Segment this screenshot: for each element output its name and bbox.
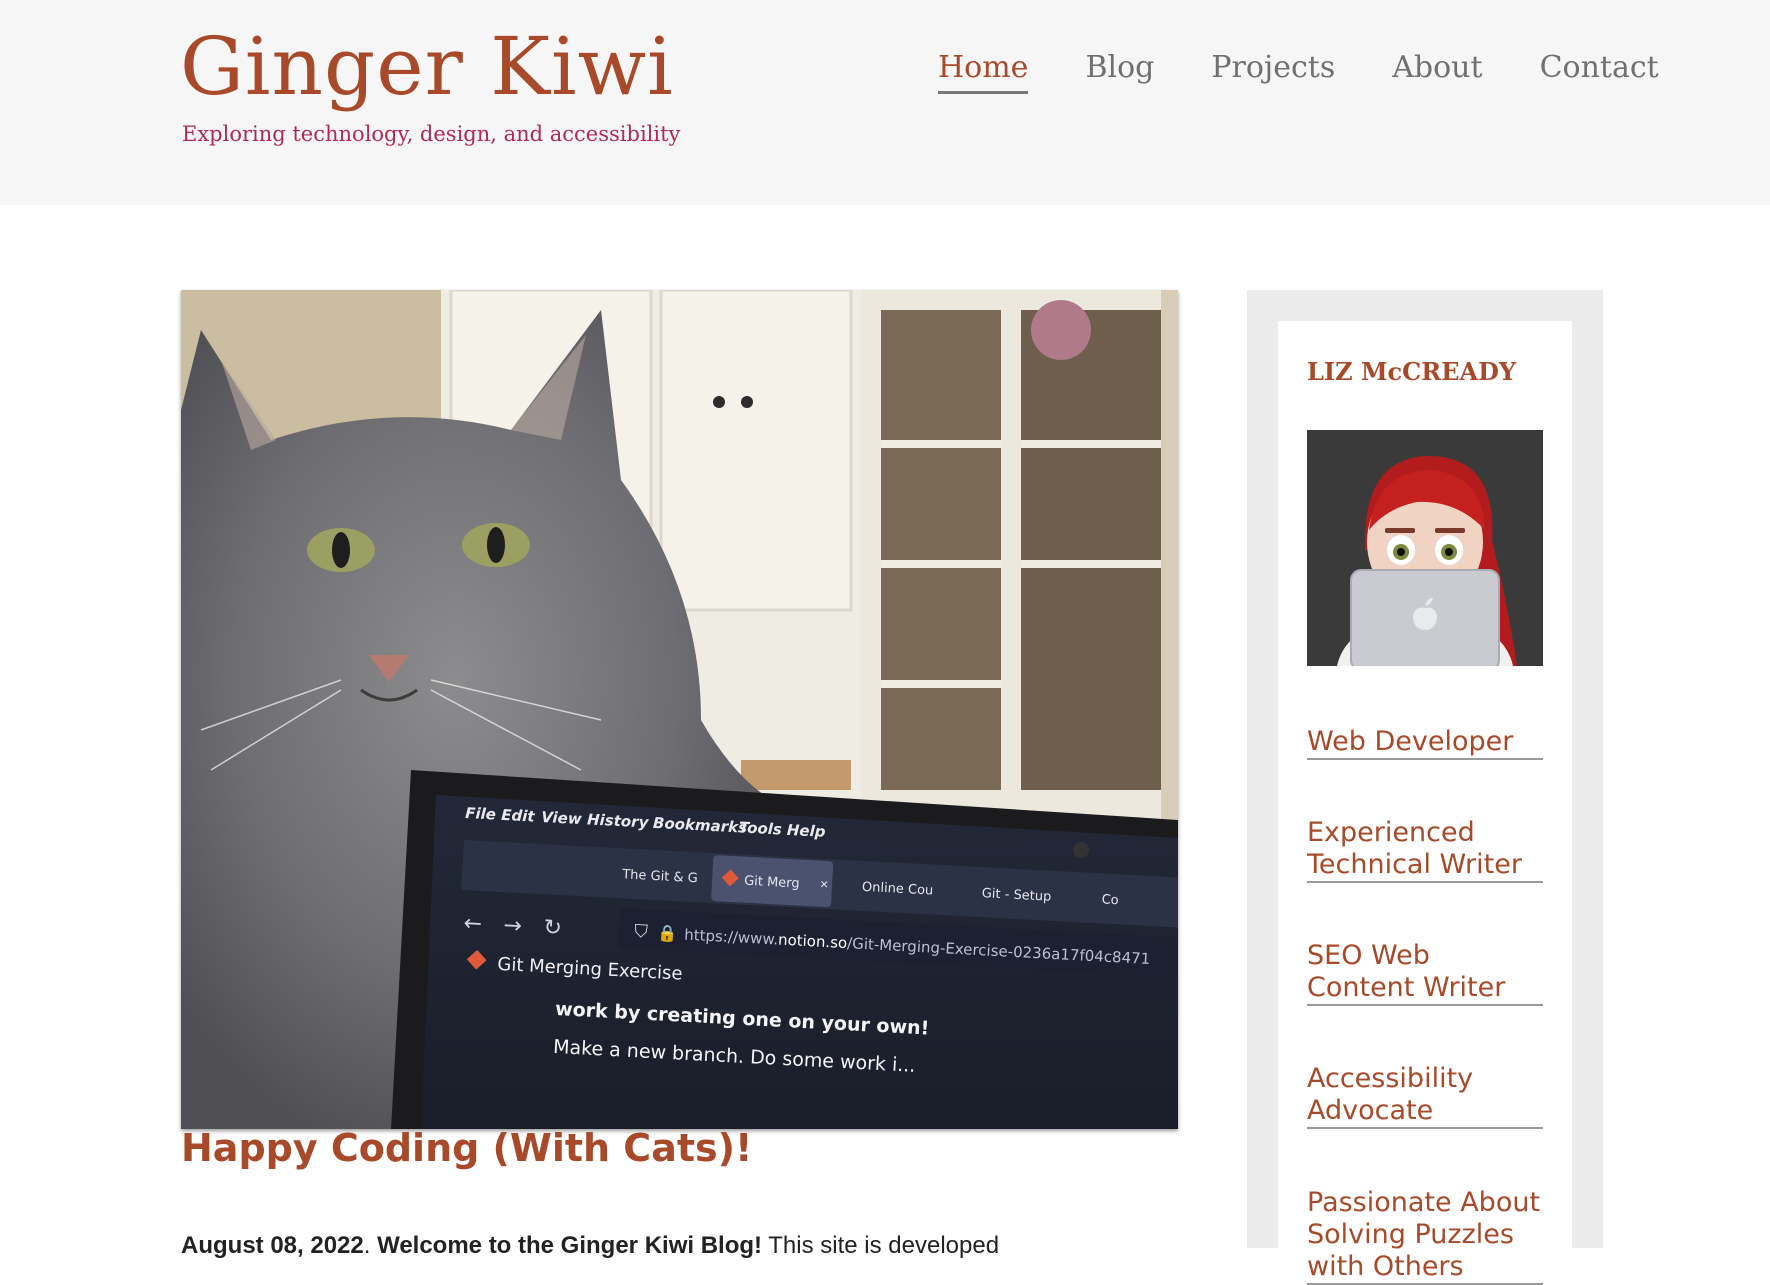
screen-tab-5: Co xyxy=(1101,892,1119,908)
post-intro: August 08, 2022. Welcome to the Ginger K… xyxy=(181,1232,1000,1259)
sidebar: LIZ McCREADY Web Developer Experienced T… xyxy=(1247,290,1603,1285)
close-icon: × xyxy=(820,876,829,892)
nav-contact[interactable]: Contact xyxy=(1540,50,1659,94)
screen-menu-tools: Tools xyxy=(738,818,782,838)
hero-image-cat-with-laptop: File Edit View History Bookmarks Tools H… xyxy=(181,290,1178,1129)
reload-icon: ↻ xyxy=(543,915,563,941)
shield-icon: ⛉ xyxy=(634,921,649,942)
screen-menu-view: View xyxy=(541,808,583,828)
nav-home[interactable]: Home xyxy=(938,50,1029,94)
post-title[interactable]: Happy Coding (With Cats)! xyxy=(181,1126,752,1170)
role-seo-writer[interactable]: SEO Web Content Writer xyxy=(1307,940,1543,1006)
site-header: Ginger Kiwi Exploring technology, design… xyxy=(0,0,1770,205)
author-name: LIZ McCREADY xyxy=(1307,357,1517,386)
role-accessibility-advocate[interactable]: Accessibility Advocate xyxy=(1307,1063,1543,1129)
post-intro-text: This site is developed xyxy=(768,1232,1000,1259)
screen-menu-history: History xyxy=(587,810,650,831)
site-tagline: Exploring technology, design, and access… xyxy=(182,122,681,146)
author-card: LIZ McCREADY Web Developer Experienced T… xyxy=(1278,321,1572,1285)
screen-url-domain: notion.so xyxy=(778,931,848,953)
forward-arrow-icon: → xyxy=(503,913,523,939)
main-nav: Home Blog Projects About Contact xyxy=(938,50,1659,94)
screen-menu-edit: Edit xyxy=(501,806,536,826)
lock-icon: 🔒 xyxy=(657,924,678,943)
role-puzzles[interactable]: Passionate About Solving Puzzles with Ot… xyxy=(1307,1187,1543,1285)
site-title[interactable]: Ginger Kiwi xyxy=(180,20,674,113)
screen-menu-help: Help xyxy=(786,821,826,841)
nav-blog[interactable]: Blog xyxy=(1085,50,1154,94)
screen-tab-2: Git Merg xyxy=(744,874,800,892)
post-date: August 08, 2022 xyxy=(181,1232,364,1259)
back-arrow-icon: ← xyxy=(463,911,483,937)
screen-menu-file: File xyxy=(465,804,497,824)
avatar xyxy=(1307,430,1543,666)
role-web-developer[interactable]: Web Developer xyxy=(1307,726,1543,760)
nav-about[interactable]: About xyxy=(1392,50,1482,94)
post-greeting: Welcome to the Ginger Kiwi Blog! xyxy=(377,1232,763,1259)
nav-projects[interactable]: Projects xyxy=(1211,50,1335,94)
role-technical-writer[interactable]: Experienced Technical Writer xyxy=(1307,817,1543,883)
